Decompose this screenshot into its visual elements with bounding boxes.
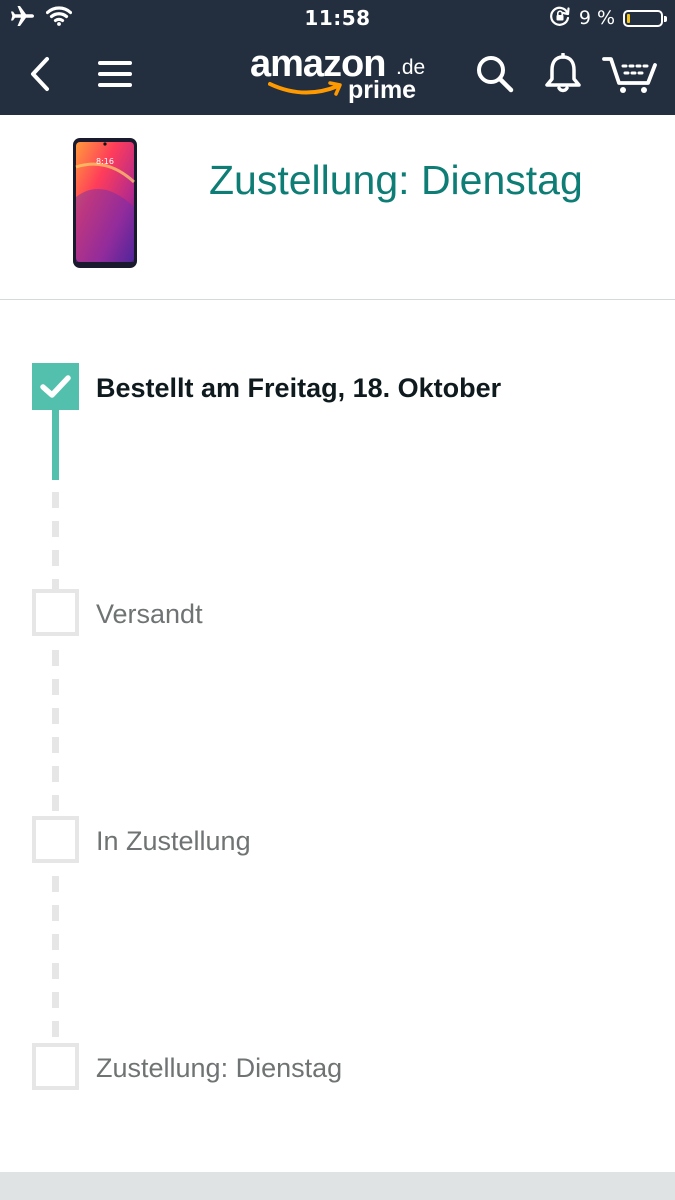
svg-text:8:16: 8:16 bbox=[96, 157, 114, 166]
step-checkbox-out-for-delivery bbox=[32, 816, 79, 863]
step-label-ordered: Bestellt am Freitag, 18. Oktober bbox=[96, 373, 502, 403]
notifications-button[interactable] bbox=[540, 36, 586, 115]
bottom-section-edge bbox=[0, 1172, 675, 1200]
amazon-prime-logo[interactable]: amazon .de prime bbox=[250, 44, 435, 108]
delivery-status-title: Zustellung: Dienstag bbox=[209, 157, 583, 203]
top-navigation-bar: amazon .de prime bbox=[0, 36, 675, 115]
menu-button[interactable] bbox=[92, 36, 138, 115]
hamburger-menu-icon bbox=[97, 59, 133, 93]
cart-icon bbox=[602, 53, 658, 99]
battery-level-fill bbox=[627, 13, 630, 23]
product-image[interactable]: 8:16 bbox=[72, 137, 138, 269]
chevron-left-icon bbox=[28, 56, 52, 96]
battery-icon bbox=[623, 9, 667, 27]
checkmark-icon bbox=[32, 375, 79, 414]
step-checkbox-ordered bbox=[32, 363, 79, 410]
timeline-pending-line bbox=[52, 650, 59, 820]
step-label-out-for-delivery: In Zustellung bbox=[96, 826, 251, 856]
order-summary-header: 8:16 Zustellung: Dienstag bbox=[0, 115, 675, 299]
status-right: 9 % bbox=[549, 5, 667, 32]
logo-prime-label: prime bbox=[348, 76, 417, 104]
battery-percentage: 9 % bbox=[578, 7, 615, 29]
step-checkbox-shipped bbox=[32, 589, 79, 636]
back-button[interactable] bbox=[18, 36, 62, 115]
order-tracking-screen: 11:58 9 % amazon .de prime 8:16 Zustellu… bbox=[0, 0, 675, 1200]
tracking-timeline: Bestellt am Freitag, 18. Oktober Versand… bbox=[0, 300, 675, 1170]
status-bar: 11:58 9 % bbox=[0, 0, 675, 36]
amazon-smile-arrow-icon bbox=[268, 80, 348, 104]
timeline-pending-line bbox=[52, 876, 59, 1046]
orientation-lock-icon bbox=[549, 5, 571, 32]
cart-button[interactable] bbox=[601, 36, 659, 115]
search-icon bbox=[475, 54, 515, 98]
step-label-delivery: Zustellung: Dienstag bbox=[96, 1053, 343, 1083]
step-checkbox-delivery bbox=[32, 1043, 79, 1090]
step-label-shipped: Versandt bbox=[96, 599, 203, 629]
search-button[interactable] bbox=[472, 36, 518, 115]
bell-icon bbox=[544, 51, 582, 99]
timeline-pending-line bbox=[52, 492, 59, 590]
